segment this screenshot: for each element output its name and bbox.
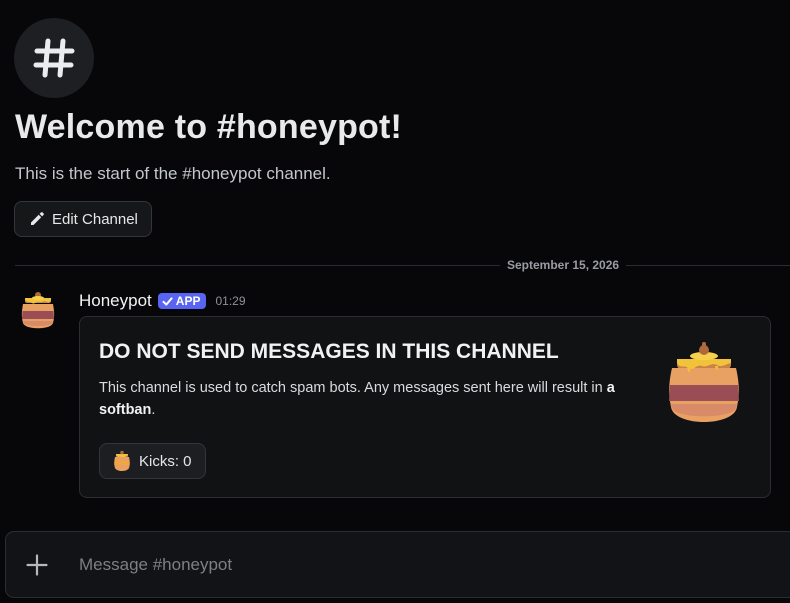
kicks-label: Kicks: 0 — [139, 452, 192, 470]
message-header: Honeypot APP 01:29 — [79, 291, 246, 311]
edit-channel-button[interactable]: Edit Channel — [14, 201, 152, 237]
honey-pot-icon — [669, 342, 739, 422]
date-divider-label: September 15, 2026 — [500, 258, 627, 272]
embed-thumbnail[interactable] — [663, 341, 745, 429]
message-embed: DO NOT SEND MESSAGES IN THIS CHANNEL Thi… — [79, 316, 771, 498]
message-composer — [5, 531, 790, 598]
avatar[interactable] — [17, 290, 59, 334]
message-timestamp[interactable]: 01:29 — [215, 294, 245, 308]
honey-pot-icon — [114, 450, 130, 471]
embed-description-suffix: . — [151, 402, 156, 418]
attach-button[interactable] — [24, 552, 50, 578]
app-badge-label: APP — [175, 294, 201, 308]
embed-description-text: This channel is used to catch spam bots.… — [99, 380, 607, 396]
welcome-title: Welcome to #honeypot! — [15, 108, 403, 146]
welcome-subtitle: This is the start of the #honeypot chann… — [15, 164, 331, 183]
message-input[interactable] — [79, 544, 679, 586]
message-author[interactable]: Honeypot — [79, 291, 152, 311]
date-divider-line — [15, 265, 790, 266]
edit-channel-label: Edit Channel — [52, 210, 138, 228]
honey-pot-icon — [21, 292, 55, 329]
embed-title: DO NOT SEND MESSAGES IN THIS CHANNEL — [99, 340, 559, 363]
app-badge: APP — [157, 293, 207, 309]
plus-icon — [26, 554, 48, 576]
channel-view: Welcome to #honeypot! This is the start … — [0, 0, 790, 603]
pencil-icon — [31, 212, 44, 225]
hash-icon — [33, 38, 75, 78]
checkmark-icon — [162, 296, 173, 306]
kicks-button[interactable]: Kicks: 0 — [99, 443, 206, 479]
embed-description: This channel is used to catch spam bots.… — [99, 377, 644, 421]
channel-hash-badge — [14, 18, 94, 98]
